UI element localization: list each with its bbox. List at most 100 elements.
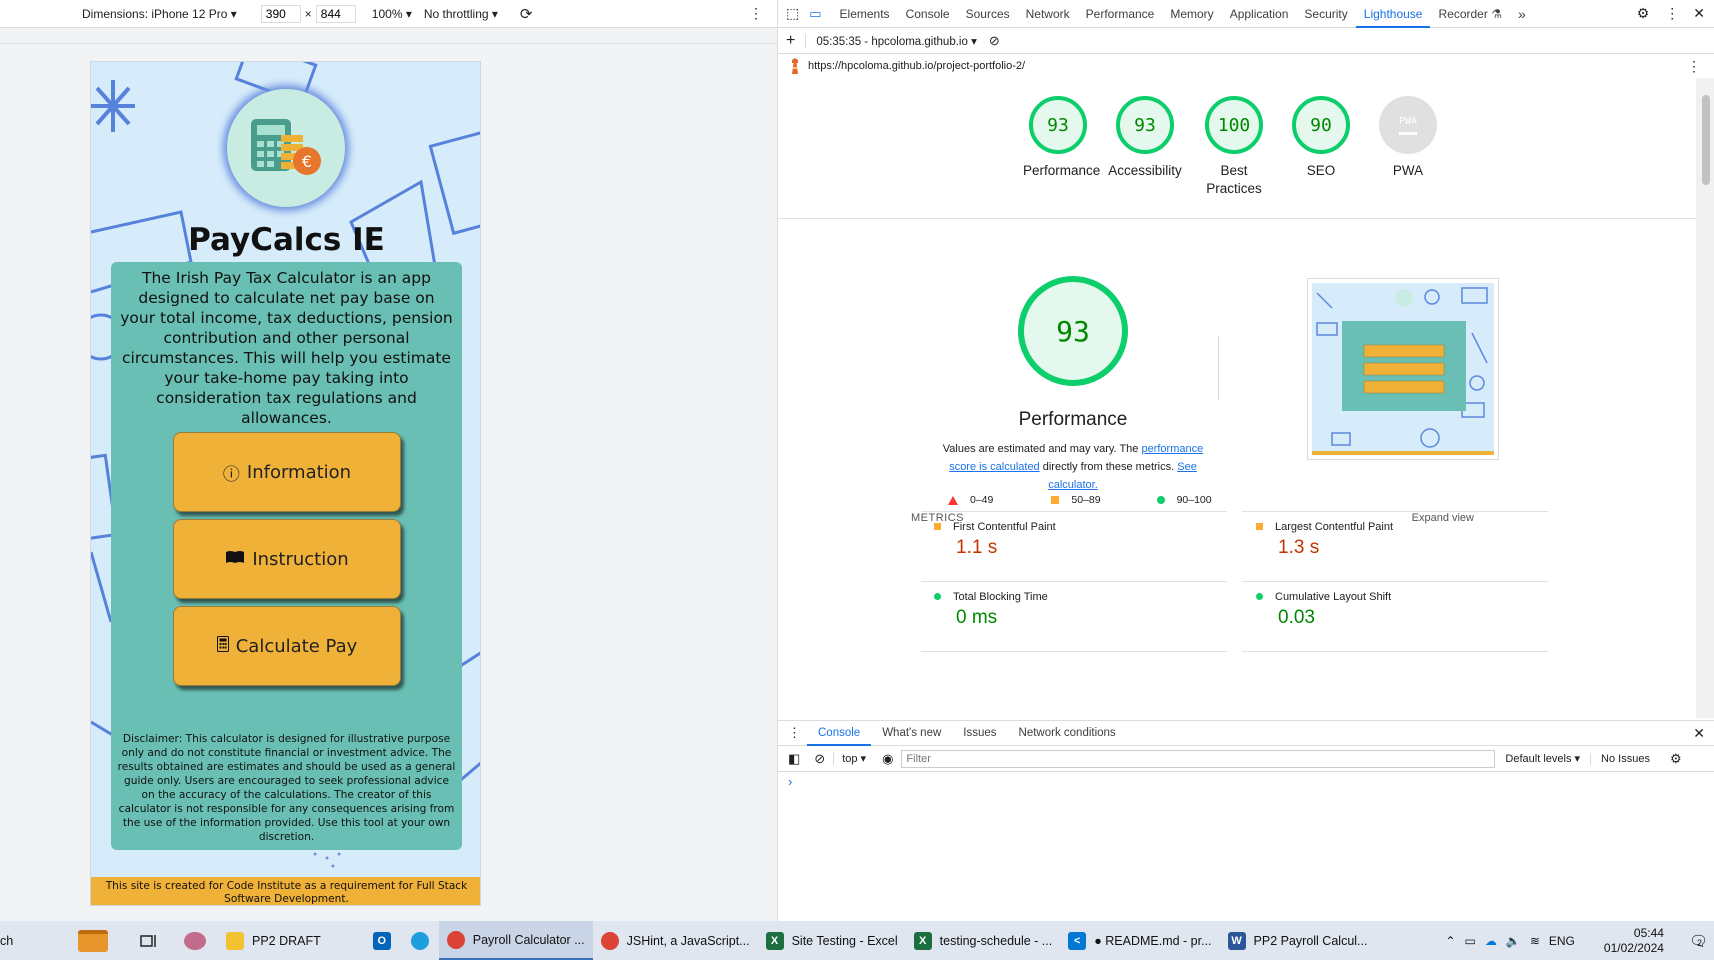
gauge-performance[interactable]: 93 Performance xyxy=(1023,96,1100,180)
log-levels-dropdown[interactable]: Default levels ▾ xyxy=(1495,752,1590,765)
sidebar-toggle-icon[interactable]: ◧ xyxy=(778,751,806,767)
divider xyxy=(778,218,1698,219)
taskbar-item-payroll-calculator[interactable]: Payroll Calculator ... xyxy=(438,921,593,960)
expand-view-toggle[interactable]: Expand view xyxy=(1412,512,1474,524)
more-tabs-button[interactable]: » xyxy=(1510,0,1534,28)
taskbar-item-pp2-payroll-word[interactable]: W PP2 Payroll Calcul... xyxy=(1220,921,1376,960)
gauge-accessibility[interactable]: 93 Accessibility xyxy=(1105,96,1185,180)
outlook-icon[interactable]: O xyxy=(363,921,401,960)
rotate-icon[interactable]: ⟳ xyxy=(520,5,533,23)
report-url-bar: https://hpcoloma.github.io/project-portf… xyxy=(778,54,1714,78)
gauge-pwa[interactable]: PWA PWA xyxy=(1373,96,1443,180)
console-toolbar: ◧ ⊘ top ▾ ◉ Default levels ▾ No Issues ⚙ xyxy=(778,746,1714,772)
performance-big-score: 93 xyxy=(1018,276,1128,386)
more-options-icon[interactable]: ⋮ xyxy=(749,5,763,22)
tab-lighthouse[interactable]: Lighthouse xyxy=(1355,0,1431,28)
new-report-button[interactable]: + xyxy=(778,32,805,50)
context-selector[interactable]: top ▾ xyxy=(833,752,874,765)
instruction-button[interactable]: Instruction xyxy=(173,519,401,599)
report-scrollbar-thumb[interactable] xyxy=(1702,95,1710,185)
device-dimensions-dropdown[interactable]: Dimensions: iPhone 12 Pro ▾ xyxy=(82,7,237,21)
tab-sources[interactable]: Sources xyxy=(958,0,1018,28)
widgets-icon[interactable] xyxy=(172,921,218,960)
taskbar-item-readme[interactable]: < ● README.md - pr... xyxy=(1060,921,1219,960)
close-devtools-icon[interactable]: ✕ xyxy=(1687,5,1714,22)
settings-gear-icon[interactable]: ⚙ xyxy=(1629,5,1658,22)
drawer-tab-network-conditions[interactable]: Network conditions xyxy=(1008,721,1127,746)
clear-console-icon[interactable]: ⊘ xyxy=(806,751,833,767)
svg-text:€: € xyxy=(302,152,312,171)
drawer-menu-icon[interactable]: ⋮ xyxy=(778,725,807,741)
live-expression-eye-icon[interactable]: ◉ xyxy=(874,751,901,767)
gauge-best-practices[interactable]: 100 Best Practices xyxy=(1199,96,1269,198)
taskbar-item-testing-schedule[interactable]: X testing-schedule - ... xyxy=(906,921,1061,960)
edge-icon[interactable] xyxy=(401,921,439,960)
drawer-tab-whats-new[interactable]: What's new xyxy=(871,721,952,746)
pass-circle-icon xyxy=(1256,593,1263,600)
throttling-dropdown[interactable]: No throttling ▾ xyxy=(424,7,498,21)
clock[interactable]: 05:44 01/02/2024 xyxy=(1604,926,1664,956)
device-width-input[interactable] xyxy=(260,4,301,23)
tab-application[interactable]: Application xyxy=(1222,0,1297,28)
tab-network[interactable]: Network xyxy=(1018,0,1078,28)
close-drawer-icon[interactable]: ✕ xyxy=(1693,725,1714,742)
average-square-icon xyxy=(1256,523,1263,530)
metric-cls: Cumulative Layout Shift 0.03 xyxy=(1256,591,1391,629)
search-box-fragment[interactable]: ch xyxy=(0,934,60,948)
language-indicator[interactable]: ENG xyxy=(1549,934,1575,948)
customize-menu-icon[interactable]: ⋮ xyxy=(1657,5,1687,22)
device-emulation-pane: Dimensions: iPhone 12 Pro ▾ × 100% ▾ No … xyxy=(0,0,777,921)
information-button[interactable]: ⓘ Information xyxy=(173,432,401,512)
report-url[interactable]: https://hpcoloma.github.io/project-portf… xyxy=(808,60,1025,72)
taskbar-item-jshint[interactable]: JSHint, a JavaScript... xyxy=(593,921,758,960)
task-view-icon[interactable] xyxy=(126,921,172,960)
logo-circle: € xyxy=(227,89,345,207)
console-settings-gear-icon[interactable]: ⚙ xyxy=(1660,751,1692,767)
tab-memory[interactable]: Memory xyxy=(1162,0,1221,28)
issues-counter[interactable]: No Issues xyxy=(1590,752,1660,765)
briefcase-icon[interactable] xyxy=(60,921,126,960)
device-toggle-icon[interactable]: ▭ xyxy=(805,6,831,22)
site-footer: This site is created for Code Institute … xyxy=(91,877,480,905)
drawer-tab-console[interactable]: Console xyxy=(807,721,872,746)
gauge-best-practices-label: Best Practices xyxy=(1206,163,1262,196)
battery-icon[interactable]: ▭ xyxy=(1465,934,1476,948)
tab-recorder[interactable]: Recorder ⚗ xyxy=(1430,0,1509,28)
taskbar-item-pp2-draft[interactable]: PP2 DRAFT xyxy=(218,921,329,960)
report-menu-icon[interactable]: ⋮ xyxy=(1687,58,1701,75)
log-levels-label: Default levels xyxy=(1505,753,1572,765)
taskbar-item-label: JSHint, a JavaScript... xyxy=(626,933,750,948)
metric-fcp-value: 1.1 s xyxy=(956,537,998,558)
zoom-dropdown[interactable]: 100% ▾ xyxy=(372,7,412,21)
console-prompt[interactable]: › xyxy=(788,774,792,789)
device-height-input[interactable] xyxy=(315,4,356,23)
clear-reports-icon[interactable]: ⊘ xyxy=(977,33,1000,49)
chevron-up-icon[interactable]: ⌃ xyxy=(1445,934,1455,948)
inspect-element-icon[interactable]: ⬚ xyxy=(778,5,805,22)
gauge-best-practices-score: 100 xyxy=(1205,96,1263,154)
zoom-value: 100% xyxy=(371,6,403,21)
onedrive-cloud-icon[interactable]: ☁ xyxy=(1485,934,1497,948)
metric-cls-name: Cumulative Layout Shift xyxy=(1275,591,1392,603)
wifi-icon[interactable]: ≋ xyxy=(1530,934,1540,948)
gauge-seo[interactable]: 90 SEO xyxy=(1286,96,1356,180)
taskbar-item-site-testing[interactable]: X Site Testing - Excel xyxy=(758,921,906,960)
calculate-pay-button[interactable]: Calculate Pay xyxy=(173,606,401,686)
metric-tbt-value: 0 ms xyxy=(956,607,998,628)
device-toolbar: Dimensions: iPhone 12 Pro ▾ × 100% ▾ No … xyxy=(0,0,777,28)
console-filter-input[interactable] xyxy=(901,749,1496,768)
average-square-icon xyxy=(934,523,941,530)
volume-icon[interactable]: 🔈 xyxy=(1506,934,1521,948)
metric-lcp-value: 1.3 s xyxy=(1278,537,1320,558)
tab-elements[interactable]: Elements xyxy=(832,0,898,28)
metric-fcp-name: First Contentful Paint xyxy=(953,521,1056,533)
drawer-tab-issues[interactable]: Issues xyxy=(952,721,1007,746)
notifications-icon[interactable]: 🗨 2 xyxy=(1689,932,1708,950)
final-screenshot-thumbnail[interactable] xyxy=(1307,278,1499,460)
metric-cls-value: 0.03 xyxy=(1278,607,1315,628)
tab-performance[interactable]: Performance xyxy=(1078,0,1163,28)
tab-console[interactable]: Console xyxy=(898,0,958,28)
tab-security[interactable]: Security xyxy=(1296,0,1355,28)
metric-tbt-name: Total Blocking Time xyxy=(953,591,1048,603)
report-selector[interactable]: 05:35:35 - hpcoloma.github.io ▾ xyxy=(805,33,977,48)
